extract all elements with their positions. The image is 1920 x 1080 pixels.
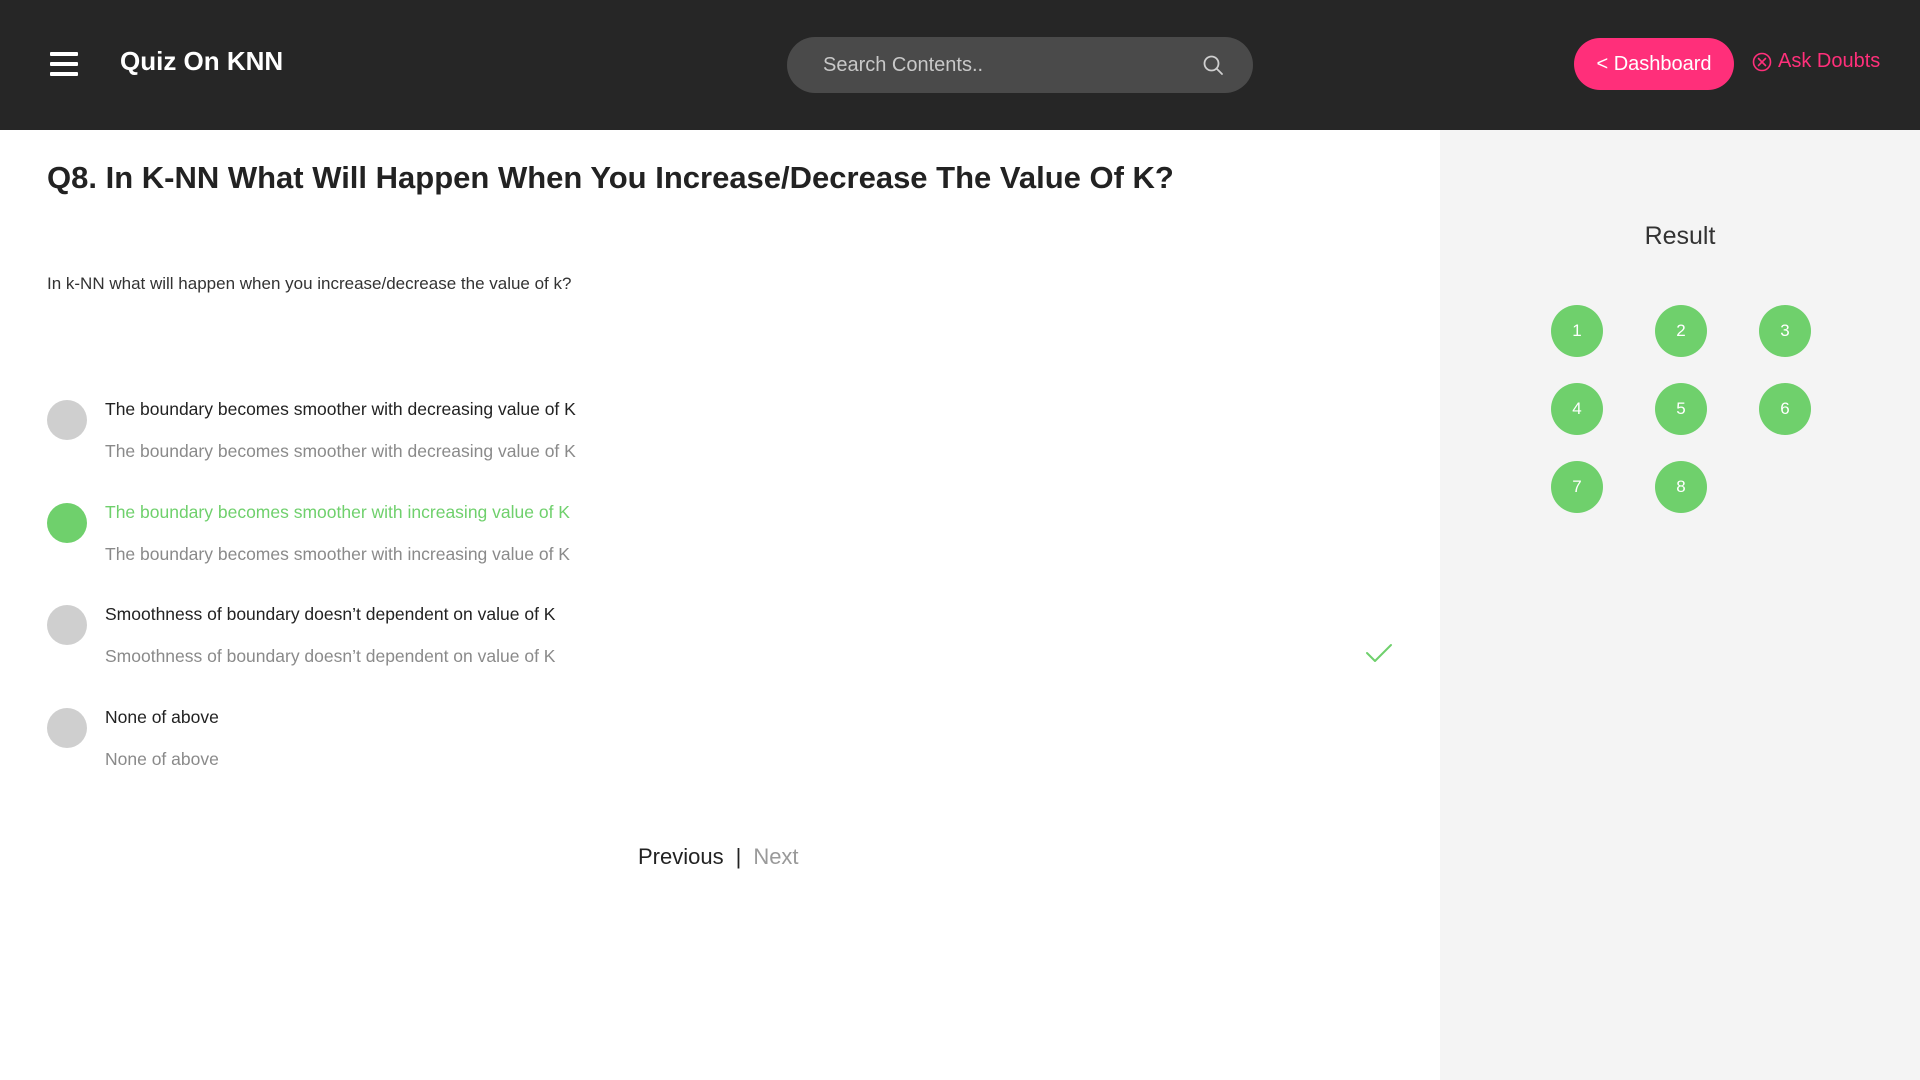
question-number-button[interactable]: 2 bbox=[1655, 305, 1707, 357]
result-grid: 1 2 3 4 5 6 7 8 bbox=[1551, 305, 1815, 513]
pager-separator: | bbox=[735, 844, 742, 869]
option-label: The boundary becomes smoother with decre… bbox=[105, 399, 576, 419]
question-number-button[interactable]: 5 bbox=[1655, 383, 1707, 435]
question-number-button[interactable]: 1 bbox=[1551, 305, 1603, 357]
option-radio[interactable] bbox=[47, 400, 87, 440]
pagination: Previous | Next bbox=[638, 844, 799, 870]
question-number-button[interactable]: 7 bbox=[1551, 461, 1603, 513]
ask-doubts-label: Ask Doubts bbox=[1778, 50, 1881, 72]
option-2[interactable]: The boundary becomes smoother with incre… bbox=[47, 502, 1407, 593]
option-label: The boundary becomes smoother with incre… bbox=[105, 502, 570, 522]
option-radio[interactable] bbox=[47, 605, 87, 645]
search-bar bbox=[787, 37, 1253, 93]
option-1[interactable]: The boundary becomes smoother with decre… bbox=[47, 399, 1407, 490]
page-title: Quiz On KNN bbox=[120, 46, 284, 76]
next-button[interactable]: Next bbox=[753, 844, 798, 870]
question-panel: Q8. In K-NN What Will Happen When You In… bbox=[0, 130, 1440, 1080]
close-circle-icon bbox=[1752, 52, 1772, 71]
option-description: None of above bbox=[105, 749, 219, 769]
check-icon bbox=[1366, 644, 1392, 662]
result-title: Result bbox=[1644, 222, 1716, 250]
question-number-button[interactable]: 8 bbox=[1655, 461, 1707, 513]
question-number-button[interactable]: 4 bbox=[1551, 383, 1603, 435]
dashboard-button[interactable]: < Dashboard bbox=[1574, 38, 1734, 90]
ask-doubts-link[interactable]: Ask Doubts bbox=[1752, 50, 1880, 73]
option-4[interactable]: None of above None of above bbox=[47, 707, 1407, 798]
hamburger-icon[interactable] bbox=[50, 52, 78, 76]
question-title: Q8. In K-NN What Will Happen When You In… bbox=[47, 160, 1174, 195]
question-number-button[interactable]: 6 bbox=[1759, 383, 1811, 435]
option-label: None of above bbox=[105, 707, 219, 727]
search-input[interactable] bbox=[823, 37, 1183, 93]
option-description: The boundary becomes smoother with decre… bbox=[105, 441, 576, 461]
top-bar: Quiz On KNN < Dashboard Ask Doubts bbox=[0, 0, 1920, 130]
question-number-button[interactable]: 3 bbox=[1759, 305, 1811, 357]
option-radio[interactable] bbox=[47, 503, 87, 543]
option-3[interactable]: Smoothness of boundary doesn’t dependent… bbox=[47, 604, 1407, 695]
previous-button[interactable]: Previous bbox=[638, 844, 724, 870]
option-description: Smoothness of boundary doesn’t dependent… bbox=[105, 646, 556, 666]
option-radio[interactable] bbox=[47, 708, 87, 748]
question-text: In k-NN what will happen when you increa… bbox=[47, 274, 572, 293]
search-icon[interactable] bbox=[1201, 53, 1225, 77]
option-description: The boundary becomes smoother with incre… bbox=[105, 544, 570, 564]
option-label: Smoothness of boundary doesn’t dependent… bbox=[105, 604, 556, 624]
result-sidebar: Result 1 2 3 4 5 6 7 8 bbox=[1440, 130, 1920, 1080]
